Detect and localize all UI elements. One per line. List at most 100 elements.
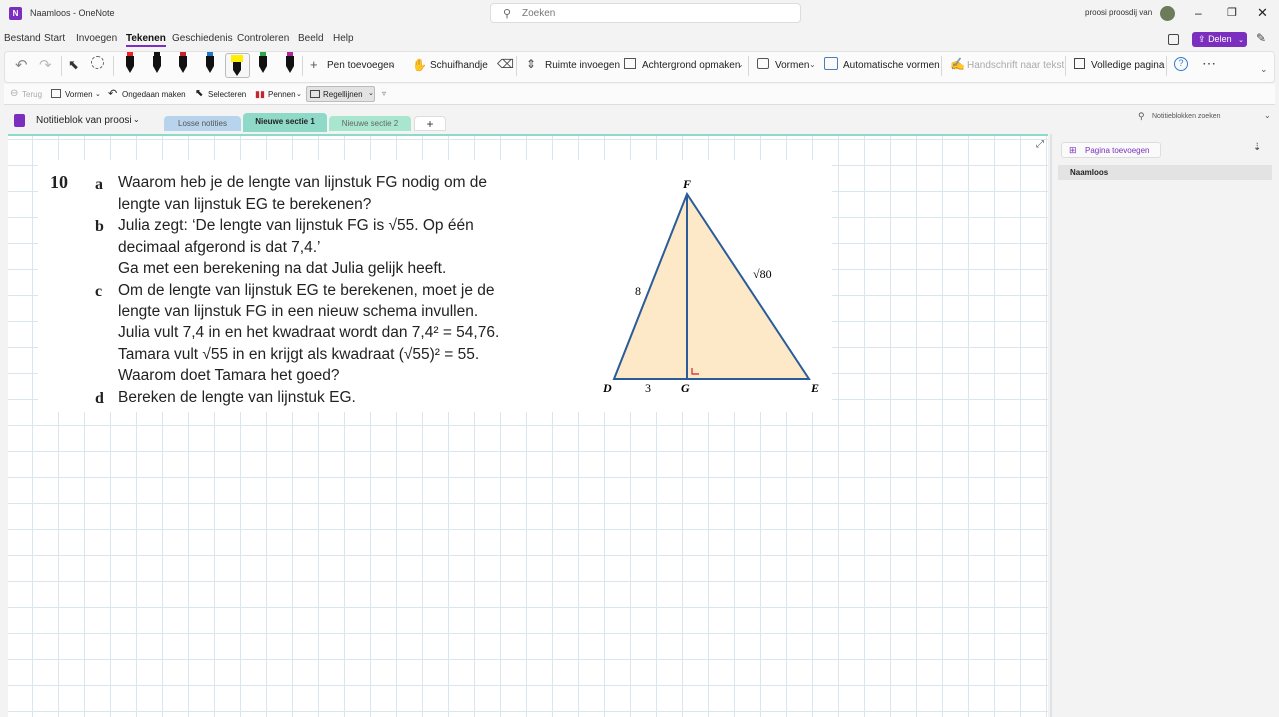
- chevron-down-icon[interactable]: ⌄: [389, 60, 396, 69]
- label-E: E: [810, 381, 819, 395]
- lasso-icon[interactable]: [91, 56, 104, 69]
- sort-icon[interactable]: ⇣: [1253, 142, 1261, 153]
- question-a-letter: a: [95, 176, 103, 193]
- share-icon: ⇪: [1198, 34, 1206, 44]
- chevron-down-icon[interactable]: ⌄: [95, 90, 101, 98]
- ribbon-expand-icon[interactable]: ⌄: [1260, 64, 1268, 75]
- undo-icon: ↶: [108, 88, 118, 100]
- search-box[interactable]: ⚲ Zoeken: [490, 3, 801, 23]
- chevron-down-icon[interactable]: ⌄: [133, 115, 140, 124]
- hand-button[interactable]: Schuifhandje: [430, 60, 488, 71]
- full-page-icon: [1074, 58, 1085, 69]
- back-icon: ⊖: [10, 88, 19, 99]
- restore-icon[interactable]: ❐: [1227, 6, 1237, 19]
- background-icon: [624, 58, 636, 69]
- ink-to-text-button[interactable]: Handschrift naar tekst: [967, 60, 1064, 71]
- label-G: G: [681, 381, 690, 395]
- eraser-icon[interactable]: ⌫: [497, 57, 514, 71]
- background-button[interactable]: Achtergrond opmaken: [642, 60, 740, 71]
- pen-black-1-icon[interactable]: [123, 52, 137, 74]
- chevron-down-icon[interactable]: ⌄: [809, 60, 816, 69]
- close-icon[interactable]: ✕: [1257, 5, 1268, 21]
- insert-space-icon: ⇕: [526, 57, 537, 71]
- pen-red-icon[interactable]: [176, 52, 190, 74]
- chevron-down-icon: ⌄: [1238, 37, 1244, 44]
- auto-shapes-button[interactable]: Automatische vormen: [843, 60, 940, 71]
- pen-blue-icon[interactable]: [203, 52, 217, 74]
- rule-lines-button[interactable]: Regellijnen ⌄: [306, 86, 375, 102]
- onenote-logo-icon: N: [9, 7, 22, 20]
- add-page-label: Pagina toevoegen: [1085, 146, 1150, 155]
- pen-edit-icon[interactable]: ✎: [1256, 31, 1266, 45]
- page-list-pane: [1050, 134, 1279, 717]
- question-d-letter: d: [95, 390, 104, 407]
- shapes-quick-button[interactable]: Vormen: [65, 90, 93, 99]
- section-tab-nieuwe-sectie-1[interactable]: Nieuwe sectie 1: [243, 113, 327, 132]
- undo-icon[interactable]: ↶: [15, 56, 28, 74]
- menu-bestand[interactable]: Bestand: [4, 33, 41, 44]
- notes-icon[interactable]: [1168, 34, 1179, 45]
- section-tab-nieuwe-sectie-2[interactable]: Nieuwe sectie 2: [329, 116, 411, 131]
- shapes-button[interactable]: Vormen: [775, 60, 809, 71]
- label-D: D: [602, 381, 612, 395]
- menu-beeld[interactable]: Beeld: [298, 33, 324, 44]
- chevron-down-icon[interactable]: ⌄: [296, 90, 302, 98]
- insert-space-button[interactable]: Ruimte invoegen: [545, 60, 620, 71]
- label-side-DG: 3: [645, 381, 651, 395]
- add-page-icon: ⊞: [1069, 145, 1077, 155]
- add-section-button[interactable]: +: [414, 116, 446, 131]
- search-icon: ⚲: [503, 8, 512, 20]
- pen-green-icon[interactable]: [256, 52, 270, 74]
- page-item-selected[interactable]: Naamloos: [1058, 165, 1272, 180]
- label-side-DF: 8: [635, 284, 641, 298]
- section-tab-losse-notities[interactable]: Losse notities: [164, 116, 241, 131]
- menu-start[interactable]: Start: [44, 33, 65, 44]
- menu-controleren[interactable]: Controleren: [237, 33, 289, 44]
- pens-icon: ▮▮: [255, 89, 265, 99]
- help-icon[interactable]: ?: [1174, 57, 1188, 71]
- question-a-line-2: lengte van lijnstuk EG te berekenen?: [118, 196, 372, 213]
- question-c-line-5: Waarom doet Tamara het goed?: [118, 367, 340, 384]
- menu-geschiedenis[interactable]: Geschiedenis: [172, 33, 233, 44]
- rule-lines-label: Regellijnen: [323, 90, 363, 99]
- undo-button[interactable]: Ongedaan maken: [122, 90, 186, 99]
- notebook-name[interactable]: Notitieblok van proosi: [36, 115, 132, 126]
- expand-icon[interactable]: ⤢: [1036, 139, 1044, 150]
- highlighter-selected[interactable]: [225, 53, 250, 78]
- hand-icon: ✋: [412, 58, 427, 72]
- share-label: Delen: [1208, 34, 1232, 44]
- notebook-icon: [14, 114, 25, 127]
- more-icon[interactable]: ⋯: [1202, 55, 1216, 72]
- menu-help[interactable]: Help: [333, 33, 354, 44]
- question-b-line-2: decimaal afgerond is dat 7,4.’: [118, 239, 321, 256]
- customize-icon[interactable]: ▿: [382, 89, 386, 98]
- menu-tekenen[interactable]: Tekenen: [126, 33, 166, 47]
- menu-bar: Bestand Start Invoegen Tekenen Geschiede…: [0, 30, 1279, 50]
- chevron-down-icon: ⌄: [368, 90, 374, 97]
- select-button[interactable]: Selecteren: [208, 90, 246, 99]
- question-b-line-3: Ga met een berekening na dat Julia gelij…: [118, 260, 447, 277]
- label-side-FE: √80: [753, 267, 772, 281]
- chevron-down-icon[interactable]: ⌄: [737, 60, 744, 69]
- notebook-search[interactable]: ⚲ Notitieblokken zoeken ⌄: [1131, 110, 1274, 126]
- ink-to-text-icon: ✍: [950, 57, 965, 71]
- pen-black-2-icon[interactable]: [150, 52, 164, 74]
- menu-invoegen[interactable]: Invoegen: [76, 33, 117, 44]
- back-button[interactable]: Terug: [22, 90, 42, 99]
- question-c-line-3: Julia vult 7,4 in en het kwadraat wordt …: [118, 324, 500, 341]
- chevron-down-icon: ⌄: [1264, 111, 1271, 120]
- pens-button[interactable]: Pennen: [268, 90, 296, 99]
- redo-icon[interactable]: ↷: [39, 56, 52, 74]
- select-arrow-icon[interactable]: ⬉: [68, 57, 79, 73]
- window-title: Naamloos - OneNote: [30, 8, 115, 18]
- question-c-letter: c: [95, 283, 103, 300]
- search-placeholder: Zoeken: [522, 8, 556, 19]
- minimize-icon[interactable]: –: [1195, 6, 1202, 20]
- pen-purple-icon[interactable]: [283, 52, 297, 74]
- add-page-button[interactable]: ⊞ Pagina toevoegen: [1061, 142, 1161, 158]
- full-page-button[interactable]: Volledige pagina: [1091, 60, 1164, 71]
- avatar[interactable]: [1160, 6, 1175, 21]
- question-b-line-1: Julia zegt: ‘De lengte van lijnstuk FG i…: [118, 217, 474, 234]
- add-pen-button[interactable]: Pen toevoegen: [327, 60, 394, 71]
- share-button[interactable]: ⇪ Delen ⌄: [1192, 32, 1247, 47]
